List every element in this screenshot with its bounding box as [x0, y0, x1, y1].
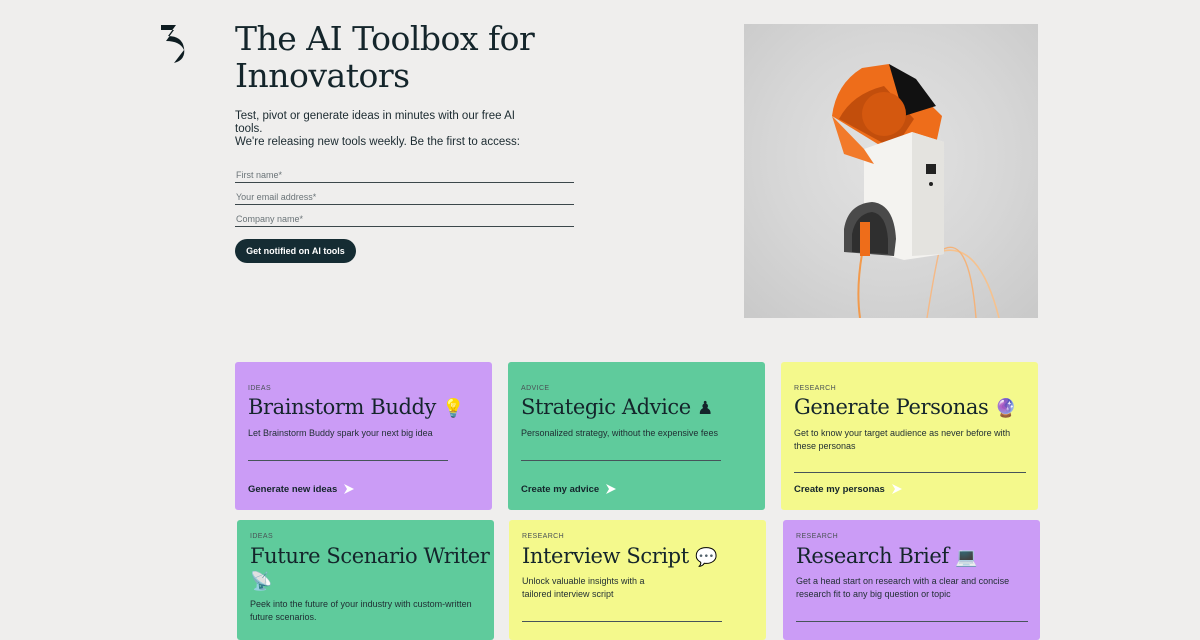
- laptop-icon: 💻: [955, 547, 978, 568]
- card-title-text: Future Scenario Writer: [250, 544, 490, 568]
- card-description: Peek into the future of your industry wi…: [250, 599, 472, 622]
- card-description: Let Brainstorm Buddy spark your next big…: [248, 428, 433, 438]
- card-divider: [248, 460, 448, 461]
- card-tag: RESEARCH: [794, 385, 837, 392]
- card-divider: [522, 621, 722, 622]
- tool-card-future-scenario-writer[interactable]: IDEAS Future Scenario Writer 📡 Peek into…: [237, 520, 494, 640]
- tool-card-strategic-advice[interactable]: ADVICE Strategic Advice ♟ Personalized s…: [508, 362, 765, 510]
- card-description: Personalized strategy, without the expen…: [521, 428, 718, 438]
- card-link-label: Generate new ideas: [248, 483, 338, 495]
- company-name-field[interactable]: [235, 212, 574, 227]
- arrow-right-icon: [606, 484, 617, 494]
- tool-card-research-brief[interactable]: RESEARCH Research Brief 💻 Get a head sta…: [783, 520, 1040, 640]
- card-tag: IDEAS: [248, 385, 272, 392]
- arrow-right-icon: [891, 484, 902, 494]
- card-title: Research Brief 💻: [796, 544, 1036, 570]
- hero-description-line2: We're releasing new tools weekly. Be the…: [235, 136, 520, 148]
- card-link-label: Create my personas: [794, 483, 885, 495]
- card-title: Interview Script 💬: [522, 544, 762, 570]
- card-title: Generate Personas 🔮: [794, 395, 1034, 421]
- get-notified-button[interactable]: Get notified on AI tools: [235, 239, 356, 263]
- card-title: Strategic Advice ♟: [521, 395, 761, 421]
- first-name-field[interactable]: [235, 168, 574, 183]
- card-title: Brainstorm Buddy 💡: [248, 395, 488, 421]
- arrow-right-icon: [344, 484, 355, 494]
- card-title: Future Scenario Writer 📡: [250, 544, 490, 594]
- brand-logo-icon[interactable]: [160, 24, 188, 64]
- create-my-advice-link[interactable]: Create my advice: [521, 483, 617, 495]
- chess-pawn-icon: ♟: [697, 398, 713, 419]
- card-title-text: Generate Personas: [794, 395, 989, 419]
- card-tag: RESEARCH: [796, 533, 839, 540]
- crystal-ball-icon: 🔮: [994, 398, 1017, 419]
- speech-bubble-icon: 💬: [695, 547, 718, 568]
- card-link-label: Create my advice: [521, 483, 600, 495]
- card-divider: [796, 621, 1028, 622]
- tool-card-interview-script[interactable]: RESEARCH Interview Script 💬 Unlock valua…: [509, 520, 766, 640]
- card-title-text: Research Brief: [796, 544, 949, 568]
- lightbulb-icon: 💡: [442, 398, 465, 419]
- hero-description: Test, pivot or generate ideas in minutes…: [235, 110, 525, 149]
- hero-image: [744, 24, 1038, 318]
- create-my-personas-link[interactable]: Create my personas: [794, 483, 903, 495]
- email-field[interactable]: [235, 190, 574, 205]
- tool-card-brainstorm-buddy[interactable]: IDEAS Brainstorm Buddy 💡 Let Brainstorm …: [235, 362, 492, 510]
- page-title: The AI Toolbox for Innovators: [235, 19, 535, 95]
- hero-description-line1: Test, pivot or generate ideas in minutes…: [235, 110, 515, 135]
- card-title-text: Brainstorm Buddy: [248, 395, 437, 419]
- satellite-dish-icon: 📡: [250, 571, 273, 592]
- card-divider: [521, 460, 721, 461]
- card-tag: IDEAS: [250, 533, 274, 540]
- card-description: Unlock valuable insights with a tailored…: [522, 576, 645, 599]
- card-divider: [794, 472, 1026, 473]
- tool-card-generate-personas[interactable]: RESEARCH Generate Personas 🔮 Get to know…: [781, 362, 1038, 510]
- card-description: Get to know your target audience as neve…: [794, 428, 1011, 451]
- card-tag: RESEARCH: [522, 533, 565, 540]
- device-illustration: [832, 64, 1000, 318]
- card-description: Get a head start on research with a clea…: [796, 576, 1010, 599]
- card-tag: ADVICE: [521, 385, 550, 392]
- generate-new-ideas-link[interactable]: Generate new ideas: [248, 483, 355, 495]
- card-title-text: Interview Script: [522, 544, 689, 568]
- card-title-text: Strategic Advice: [521, 395, 691, 419]
